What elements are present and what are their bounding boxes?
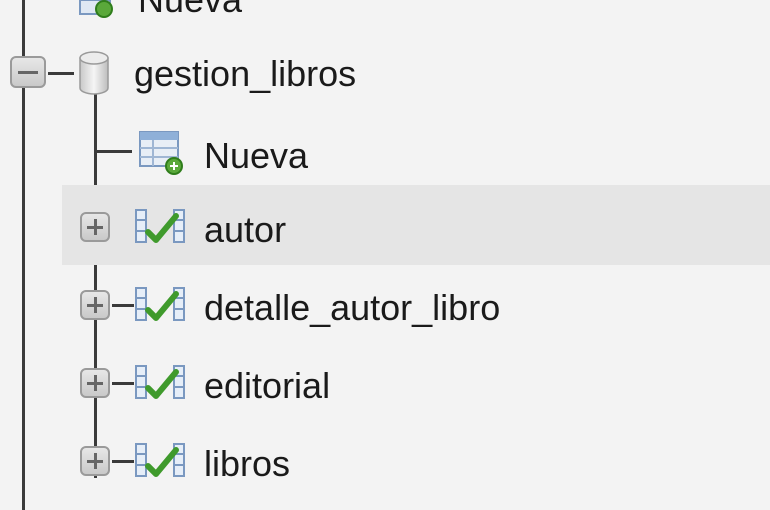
collapse-toggle[interactable] — [10, 56, 46, 88]
tree-connector-libros-h — [112, 460, 134, 463]
table-label-libros[interactable]: libros — [204, 446, 290, 482]
table-label-detalle-autor-libro[interactable]: detalle_autor_libro — [204, 290, 500, 326]
expand-toggle[interactable] — [80, 290, 110, 320]
expand-toggle[interactable] — [80, 446, 110, 476]
tree-connector-db-h — [48, 72, 74, 75]
top-partial-label[interactable]: Nueva — [138, 0, 242, 18]
expand-toggle[interactable] — [80, 212, 110, 242]
tree-connector-nueva-h — [94, 150, 132, 153]
new-table-icon — [79, 0, 113, 18]
database-label[interactable]: gestion_libros — [134, 56, 356, 92]
table-label-editorial[interactable]: editorial — [204, 368, 330, 404]
table-icon — [135, 209, 185, 243]
table-label-autor[interactable]: autor — [204, 212, 286, 248]
nueva-label[interactable]: Nueva — [204, 138, 308, 174]
table-icon — [135, 443, 185, 477]
expand-toggle[interactable] — [80, 368, 110, 398]
table-icon — [135, 287, 185, 321]
new-table-icon — [139, 131, 183, 175]
tree-connector-detalle-h — [112, 304, 134, 307]
tree-connector-editorial-h — [112, 382, 134, 385]
table-icon — [135, 365, 185, 399]
navigation-tree: Nueva gestion_libros Nueva — [0, 0, 770, 510]
database-icon — [79, 51, 109, 95]
